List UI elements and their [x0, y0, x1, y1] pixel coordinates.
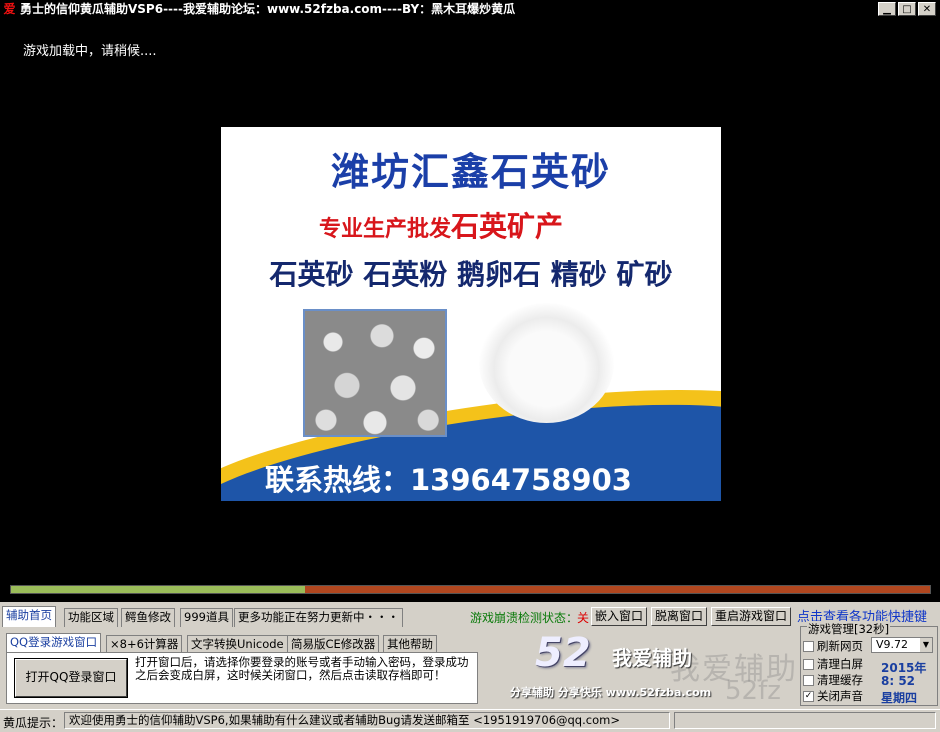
crash-check-state[interactable]: 关	[577, 609, 589, 626]
maximize-button[interactable]: □	[898, 2, 916, 16]
ad-products: 石英砂 石英粉 鹅卵石 精砂 矿砂	[269, 258, 673, 291]
logo-name: 我爱辅助	[612, 646, 692, 670]
forum-logo: 我爱辅助 52fz 52 我爱辅助 分享辅助 分享快乐 www.52fzba.c…	[480, 628, 800, 706]
ad-subtitle: 专业生产批发石英矿产	[319, 205, 563, 245]
checkbox-box[interactable]	[803, 674, 814, 686]
checkbox-clear-white-screen[interactable]: 清理白屏	[803, 657, 863, 671]
weekday: 星期四	[881, 691, 918, 705]
checkbox-label: 清理缓存	[817, 673, 863, 687]
tab-home[interactable]: 辅助首页	[2, 606, 56, 627]
checkbox-label: 刷新网页	[817, 639, 863, 653]
app-icon: 爱	[3, 2, 16, 16]
ad-subtitle-highlight: 石英矿产	[451, 210, 564, 243]
checkbox-refresh-page[interactable]: 刷新网页	[803, 639, 863, 653]
checkbox-mute-sound[interactable]: ✓ 关闭声音	[803, 689, 863, 703]
subtab-qq-login[interactable]: QQ登录游戏窗口	[6, 633, 102, 654]
status-bar: 黄瓜提示： 欢迎使用勇士的信仰辅助VSP6,如果辅助有什么建议或者辅助Bug请发…	[0, 709, 940, 732]
chevron-down-icon[interactable]: ▼	[920, 638, 932, 652]
tab-crocodile-mod[interactable]: 鳄鱼修改	[121, 608, 175, 627]
advertisement-banner[interactable]: 潍坊汇鑫石英砂 专业生产批发石英矿产 石英砂 石英粉 鹅卵石 精砂 矿砂 联系热…	[221, 127, 721, 501]
logo-watermark-url: 52fz	[725, 676, 781, 706]
open-qq-login-button[interactable]: 打开QQ登录窗口	[14, 658, 128, 698]
ad-title: 潍坊汇鑫石英砂	[330, 150, 611, 194]
window-controls: ▁ □ ✕	[878, 2, 936, 16]
checkbox-label: 关闭声音	[817, 689, 863, 703]
status-message: 欢迎使用勇士的信仰辅助VSP6,如果辅助有什么建议或者辅助Bug请发送邮箱至 <…	[64, 712, 670, 729]
quartz-sand-image	[479, 303, 614, 423]
clock-time: 8: 52	[881, 674, 916, 688]
loading-text: 游戏加载中，请稍候....	[23, 44, 157, 59]
qq-login-panel: 打开QQ登录窗口 打开窗口后，请选择你要登录的账号或者手动输入密码，登录成功之后…	[6, 652, 478, 704]
embed-window-button[interactable]: 嵌入窗口	[591, 607, 647, 626]
close-button[interactable]: ✕	[918, 2, 936, 16]
status-extra-pane	[674, 712, 936, 729]
checkbox-label: 清理白屏	[817, 657, 863, 671]
restart-game-button[interactable]: 重启游戏窗口	[711, 607, 791, 626]
game-management-title: 游戏管理[32秒]	[807, 621, 891, 637]
check-mark-icon[interactable]: ✓	[803, 690, 814, 702]
tab-999-items[interactable]: 999道具	[180, 608, 233, 627]
ad-phone: 联系热线：13964758903	[265, 463, 632, 497]
ad-subtitle-prefix: 专业生产批发	[319, 217, 452, 242]
title-bar: 爱 勇士的信仰黄瓜辅助VSP6----我爱辅助论坛：www.52fzba.com…	[0, 0, 940, 19]
logo-slogan: 分享辅助 分享快乐 www.52fzba.com	[510, 686, 712, 699]
tab-functions[interactable]: 功能区域	[64, 608, 118, 627]
logo-number: 52	[535, 630, 591, 676]
detach-window-button[interactable]: 脱离窗口	[651, 607, 707, 626]
window-title: 勇士的信仰黄瓜辅助VSP6----我爱辅助论坛：www.52fzba.com--…	[20, 2, 516, 16]
version-select[interactable]: V9.72 ▼	[871, 637, 933, 653]
checkbox-box[interactable]	[803, 658, 814, 670]
checkbox-clear-cache[interactable]: 清理缓存	[803, 673, 863, 687]
minimize-button[interactable]: ▁	[878, 2, 896, 16]
status-label: 黄瓜提示：	[3, 716, 64, 730]
game-management-group: 游戏管理[32秒] 刷新网页 清理白屏 清理缓存 ✓ 关闭声音 V9.72 ▼ 20…	[800, 621, 938, 706]
tab-more-coming[interactable]: 更多功能正在努力更新中・・・	[234, 608, 403, 627]
version-value: V9.72	[876, 638, 909, 651]
checkbox-box[interactable]	[803, 640, 814, 652]
pebbles-image	[303, 309, 447, 437]
loading-progress-bar	[10, 585, 931, 594]
qq-login-help: 打开窗口后，请选择你要登录的账号或者手动输入密码，登录成功之后会变成白屏，这时候…	[135, 655, 469, 682]
progress-fill	[11, 586, 306, 593]
crash-check-label: 游戏崩溃检测状态：	[470, 611, 579, 625]
